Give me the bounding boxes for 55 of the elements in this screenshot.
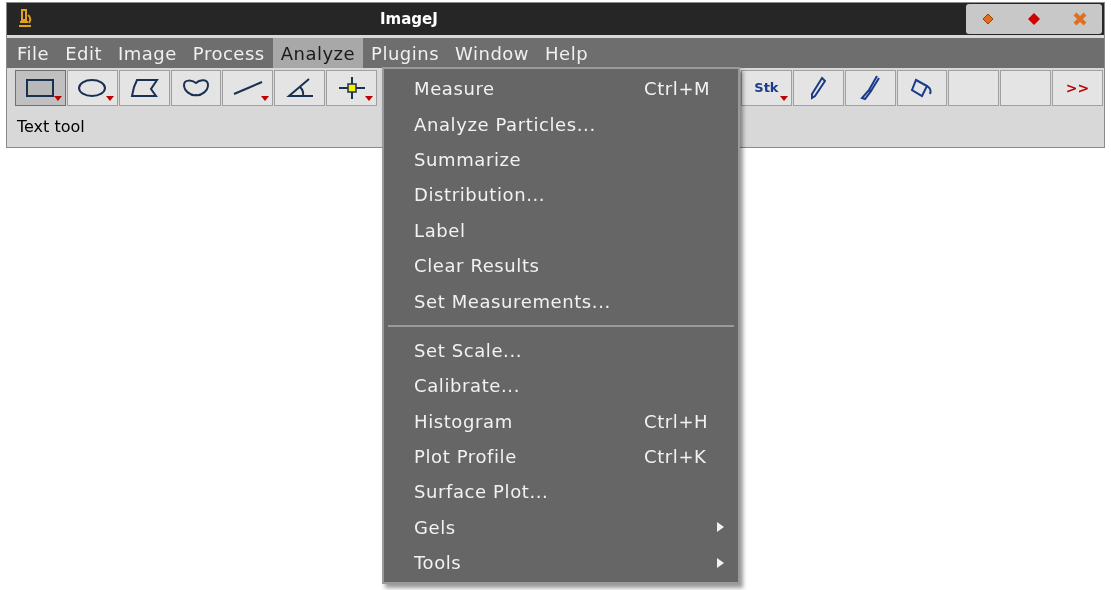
angle-icon [284, 77, 315, 99]
tool-button[interactable] [896, 70, 948, 106]
menu-entry[interactable]: Measure Ctrl+M [384, 71, 738, 107]
pencil-icon [810, 76, 827, 100]
menu-item[interactable]: Plugins [363, 38, 448, 68]
menu-entry[interactable]: Histogram Ctrl+H [384, 403, 738, 439]
status-text: Text tool [17, 116, 85, 138]
crosshair-icon [336, 76, 367, 100]
tool-button[interactable] [326, 70, 377, 106]
tool-button[interactable]: Stk [740, 70, 792, 106]
menu-entry[interactable]: Gels [384, 509, 738, 546]
microscope-icon [17, 9, 33, 29]
tool-button[interactable] [222, 70, 274, 106]
menu-entry[interactable]: Clear Results [384, 247, 738, 284]
polygon-icon [129, 77, 160, 99]
paint-bucket-icon [909, 77, 934, 99]
maximize-button[interactable] [1026, 11, 1042, 27]
minimize-button[interactable] [980, 11, 996, 27]
tool-button[interactable] [170, 70, 222, 106]
tool-button[interactable]: >> [1052, 70, 1103, 106]
menu-item[interactable]: Edit [57, 38, 110, 68]
menu-item[interactable]: File [9, 38, 58, 68]
menu-entry[interactable]: Calibrate... [384, 368, 738, 404]
menu-item[interactable]: Analyze [272, 38, 364, 68]
menu-item[interactable]: Image [110, 38, 185, 68]
menu-item[interactable]: Window [447, 38, 538, 68]
menu-entry[interactable]: Label [384, 212, 738, 248]
menu-item[interactable]: Process [184, 38, 273, 68]
tool-button[interactable] [118, 70, 170, 106]
menu-entry[interactable]: Summarize [384, 141, 738, 178]
heart-shape-icon [181, 77, 211, 99]
tool-button[interactable] [792, 70, 844, 106]
tool-button[interactable] [15, 70, 66, 106]
menu-entry[interactable]: Tools [384, 545, 738, 581]
menu-entry[interactable]: Surface Plot... [384, 474, 738, 510]
dropdown-triangle-icon [261, 96, 270, 101]
menu-entry[interactable]: Distribution... [384, 177, 738, 213]
brush-icon [859, 75, 882, 101]
tool-button[interactable] [66, 70, 118, 106]
menu-entry[interactable]: Analyze Particles... [384, 106, 738, 142]
submenu-arrow-icon [717, 522, 724, 533]
submenu-arrow-icon [717, 557, 724, 568]
dropdown-triangle-icon [779, 96, 788, 101]
dropdown-triangle-icon [365, 96, 373, 101]
dropdown-triangle-icon [105, 96, 114, 101]
dropdown-triangle-icon [53, 96, 62, 101]
menu-item[interactable]: Help [537, 38, 597, 68]
tool-button[interactable] [274, 70, 326, 106]
menu-entry[interactable]: Set Scale... [384, 332, 738, 369]
menu-entry[interactable]: Set Measurements... [384, 283, 738, 319]
tool-button[interactable] [844, 70, 896, 106]
oval-icon [77, 77, 108, 99]
window-title: ImageJ [380, 8, 438, 30]
rectangle-icon [25, 77, 56, 99]
menu-entry[interactable]: Plot Profile Ctrl+K [384, 438, 738, 475]
